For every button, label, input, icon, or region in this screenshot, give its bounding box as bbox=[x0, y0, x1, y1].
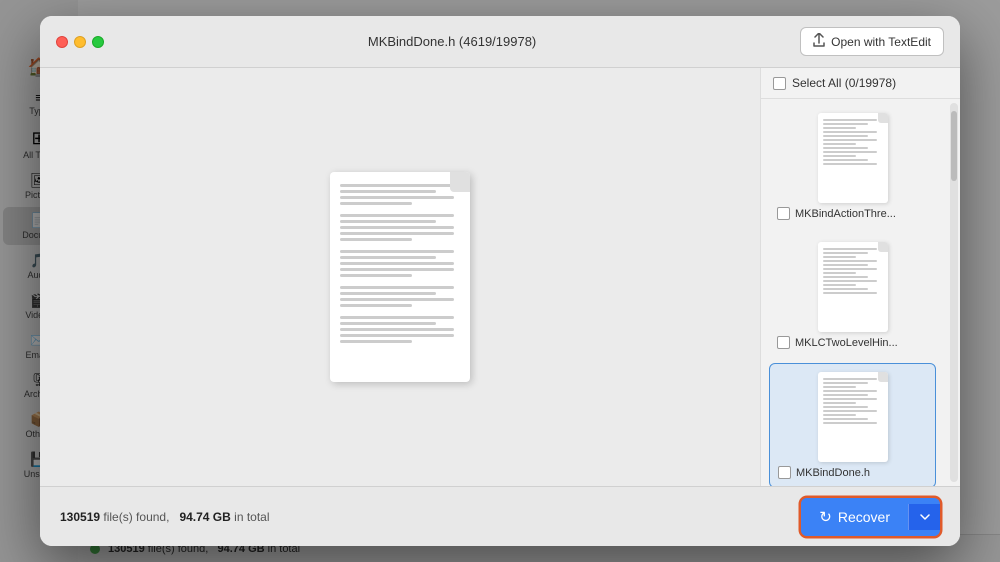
recover-button-group[interactable]: ↻ Recover bbox=[801, 498, 940, 536]
footer-buttons: ↻ Recover bbox=[801, 498, 940, 536]
preview-line bbox=[340, 190, 436, 193]
file-checkbox-2[interactable] bbox=[777, 336, 790, 349]
dialog-footer: 130519 file(s) found, 94.74 GB in total … bbox=[40, 486, 960, 546]
dialog-overlay: MKBindDone.h (4619/19978) Open with Text… bbox=[0, 0, 1000, 562]
preview-line bbox=[340, 226, 454, 229]
file-name-2: MKLCTwoLevelHin... bbox=[795, 337, 928, 349]
file-list-scroll[interactable]: MKBindActionThre... bbox=[761, 99, 950, 486]
file-item-3[interactable]: MKBindDone.h bbox=[769, 363, 936, 486]
preview-line bbox=[340, 274, 412, 277]
scrollbar-thumb[interactable] bbox=[951, 111, 957, 181]
preview-line bbox=[340, 184, 454, 187]
select-all-row[interactable]: Select All (0/19978) bbox=[761, 68, 960, 99]
footer-status: 130519 file(s) found, 94.74 GB in total bbox=[60, 510, 270, 524]
recover-label: Recover bbox=[838, 509, 890, 525]
preview-line bbox=[340, 304, 412, 307]
preview-line bbox=[340, 214, 454, 217]
preview-line bbox=[340, 238, 412, 241]
dialog: MKBindDone.h (4619/19978) Open with Text… bbox=[40, 16, 960, 546]
file-thumbnail-2 bbox=[818, 242, 888, 332]
file-checkbox-row-2: MKLCTwoLevelHin... bbox=[777, 336, 928, 349]
background-window: 🏠 ≡ Type ⊞ All Type 🖼 Picture 📄 Docume 🎵… bbox=[0, 0, 1000, 562]
preview-line bbox=[340, 322, 436, 325]
preview-line bbox=[340, 202, 412, 205]
preview-line bbox=[340, 286, 454, 289]
preview-line bbox=[340, 298, 454, 301]
footer-file-count-label: file(s) found, bbox=[103, 510, 169, 524]
file-checkbox-1[interactable] bbox=[777, 207, 790, 220]
recover-dropdown-button[interactable] bbox=[908, 504, 940, 530]
preview-line bbox=[340, 250, 454, 253]
file-thumbnail-1 bbox=[818, 113, 888, 203]
dialog-title-right: Open with TextEdit bbox=[800, 27, 944, 56]
file-checkbox-row-1: MKBindActionThre... bbox=[777, 207, 928, 220]
footer-size: 94.74 GB bbox=[179, 510, 230, 524]
share-icon bbox=[813, 33, 825, 50]
file-checkbox-3[interactable] bbox=[778, 466, 791, 479]
preview-line bbox=[340, 232, 454, 235]
preview-line bbox=[340, 340, 412, 343]
preview-line bbox=[340, 220, 436, 223]
file-checkbox-row-3: MKBindDone.h bbox=[778, 466, 927, 479]
preview-line bbox=[340, 334, 454, 337]
preview-area bbox=[40, 68, 760, 486]
preview-line bbox=[340, 262, 454, 265]
file-name-3: MKBindDone.h bbox=[796, 467, 927, 479]
traffic-lights bbox=[56, 36, 104, 48]
preview-line bbox=[340, 268, 454, 271]
maximize-button[interactable] bbox=[92, 36, 104, 48]
dialog-title: MKBindDone.h (4619/19978) bbox=[104, 34, 800, 49]
recover-main-button[interactable]: ↻ Recover bbox=[801, 498, 908, 536]
preview-line bbox=[340, 256, 436, 259]
minimize-button[interactable] bbox=[74, 36, 86, 48]
select-all-label: Select All (0/19978) bbox=[792, 76, 896, 90]
open-with-label: Open with TextEdit bbox=[831, 35, 931, 49]
open-with-button[interactable]: Open with TextEdit bbox=[800, 27, 944, 56]
file-name-1: MKBindActionThre... bbox=[795, 208, 928, 220]
file-list-panel: Select All (0/19978) bbox=[760, 68, 960, 486]
file-thumbnail-3 bbox=[818, 372, 888, 462]
dialog-body: Select All (0/19978) bbox=[40, 68, 960, 486]
preview-line bbox=[340, 316, 454, 319]
dialog-titlebar: MKBindDone.h (4619/19978) Open with Text… bbox=[40, 16, 960, 68]
footer-size-label: in total bbox=[234, 510, 269, 524]
preview-line bbox=[340, 292, 436, 295]
file-item-2[interactable]: MKLCTwoLevelHin... bbox=[769, 234, 936, 357]
close-button[interactable] bbox=[56, 36, 68, 48]
dialog-title-text: MKBindDone.h (4619/19978) bbox=[368, 34, 536, 49]
file-item-1[interactable]: MKBindActionThre... bbox=[769, 105, 936, 228]
footer-file-count: 130519 bbox=[60, 510, 100, 524]
select-all-checkbox[interactable] bbox=[773, 77, 786, 90]
recover-rotate-icon: ↻ bbox=[819, 508, 832, 526]
document-preview bbox=[330, 172, 470, 382]
preview-line bbox=[340, 196, 454, 199]
preview-line bbox=[340, 328, 454, 331]
scrollbar-track[interactable] bbox=[950, 103, 958, 482]
